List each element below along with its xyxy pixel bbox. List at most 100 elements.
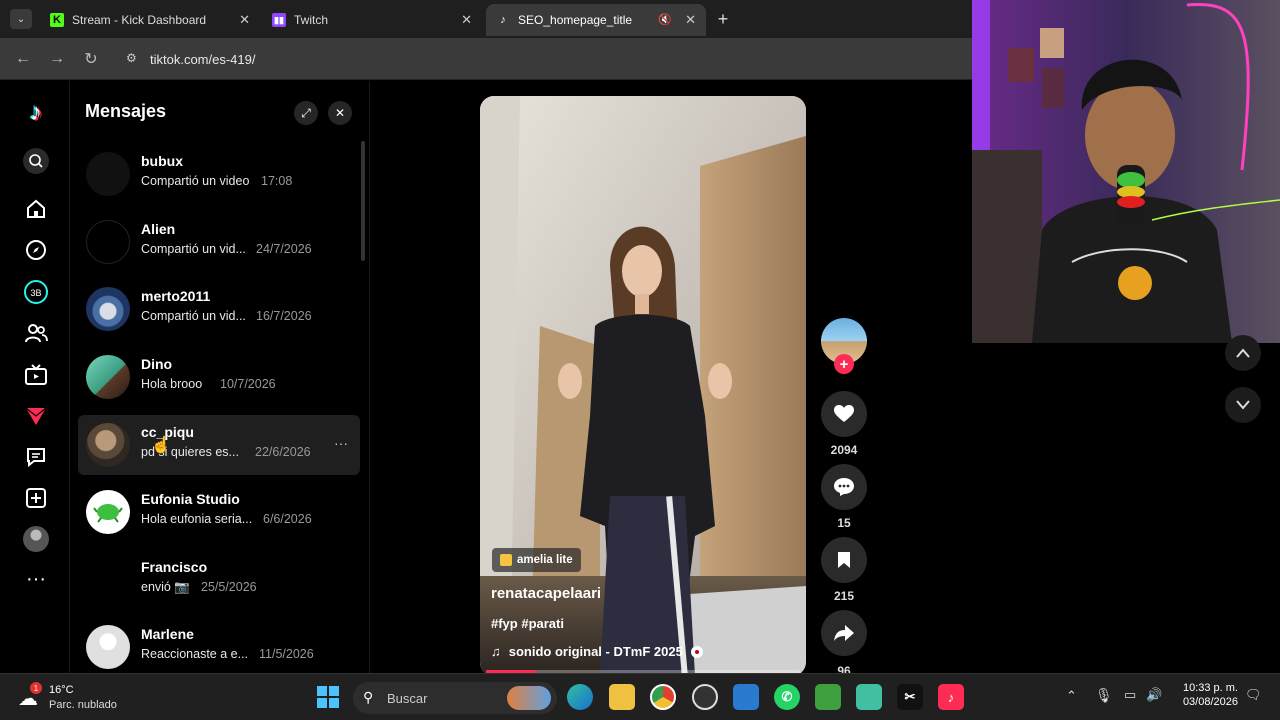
comment-action[interactable]: 15 — [821, 464, 867, 530]
tiktok-page: ♪ 3B ··· Mensajes ⤢ ✕ bubux Compartió un… — [0, 81, 972, 673]
back-button[interactable]: ← — [12, 48, 34, 70]
video-author[interactable]: renatacapelaari — [491, 585, 601, 602]
share-action[interactable]: 96 — [821, 610, 867, 673]
tab-list-button[interactable]: ⌄ — [10, 9, 32, 29]
conversation-name: bubux — [141, 153, 183, 169]
more-options-icon[interactable]: ··· — [334, 435, 348, 451]
capcut-icon[interactable]: ✂ — [897, 684, 923, 710]
search-icon[interactable] — [22, 147, 50, 175]
clock-time: 10:33 p. m. — [1182, 682, 1238, 694]
microphone-icon[interactable]: 🎙 — [1095, 687, 1113, 704]
store-icon[interactable] — [733, 684, 759, 710]
streaming-app-icon[interactable] — [856, 684, 882, 710]
mouse-cursor-icon: ☝ — [151, 437, 171, 454]
conversation-item[interactable]: merto2011 Compartió un vid... 16/7/2026 — [78, 279, 360, 339]
video-player[interactable]: amelia lite renatacapelaari #fyp #parati… — [480, 96, 806, 673]
tiktok-icon: ♪ — [500, 14, 506, 26]
previous-video-button[interactable] — [1225, 335, 1261, 371]
clock-date: 03/08/2026 — [1182, 696, 1238, 708]
conversation-item[interactable]: Francisco envió 📷 25/5/2026 — [78, 550, 360, 610]
messages-icon[interactable] — [22, 443, 50, 471]
avatar — [86, 355, 130, 399]
conversation-preview: Hola eufonia seria... — [141, 512, 253, 526]
following-icon[interactable]: 3B — [22, 278, 50, 306]
weather-desc: Parc. nublado — [49, 699, 117, 711]
upload-icon[interactable] — [22, 484, 50, 512]
forward-button[interactable]: → — [46, 48, 68, 70]
site-info-icon[interactable]: ⚙ — [126, 51, 142, 67]
explore-icon[interactable] — [22, 236, 50, 264]
url-field[interactable]: ⚙ tiktok.com/es-419/ — [118, 43, 968, 75]
expand-icon[interactable]: ⤢ — [294, 101, 318, 125]
conversation-item[interactable]: Dino Hola brooo 10/7/2026 — [78, 347, 360, 407]
tab-tiktok[interactable]: ♪ SEO_homepage_title 🔇 ✕ — [486, 4, 706, 36]
chrome-icon[interactable] — [650, 684, 676, 710]
tab-kick[interactable]: K Stream - Kick Dashboard ✕ — [40, 4, 260, 36]
heart-icon[interactable] — [821, 391, 867, 437]
comment-icon[interactable] — [821, 464, 867, 510]
conversation-date: 24/7/2026 — [256, 242, 312, 256]
twitch-icon: ▮▮ — [272, 13, 286, 27]
profile-avatar[interactable] — [22, 525, 50, 553]
minecraft-icon[interactable] — [815, 684, 841, 710]
tab-twitch[interactable]: ▮▮ Twitch ✕ — [262, 4, 482, 36]
like-action[interactable]: 2094 — [821, 391, 867, 457]
video-hashtags[interactable]: #fyp #parati — [491, 616, 564, 631]
friends-icon[interactable] — [22, 319, 50, 347]
network-icon[interactable]: ▭ — [1124, 687, 1136, 703]
inbox-icon[interactable] — [22, 402, 50, 430]
close-icon[interactable]: ✕ — [239, 12, 250, 28]
sound-disc-icon — [690, 645, 703, 658]
weather-widget[interactable]: ☁ 1 16°C Parc. nublado — [18, 682, 158, 714]
home-icon[interactable] — [22, 195, 50, 223]
new-tab-button[interactable]: + — [712, 8, 734, 30]
follow-plus-icon[interactable]: + — [834, 354, 854, 374]
avatar — [86, 152, 130, 196]
next-video-button[interactable] — [1225, 387, 1261, 423]
effect-icon — [500, 554, 512, 566]
more-icon[interactable]: ··· — [22, 565, 50, 593]
bookmark-icon[interactable] — [821, 537, 867, 583]
chevron-up-icon — [1236, 348, 1250, 358]
show-hidden-icons[interactable]: ⌃ — [1066, 688, 1077, 704]
messages-scrollbar[interactable] — [361, 141, 365, 261]
close-icon[interactable]: ✕ — [461, 12, 472, 28]
conversation-item[interactable]: bubux Compartió un video 17:08 — [78, 144, 360, 204]
conversation-name: Francisco — [141, 559, 208, 575]
webcam-overlay — [972, 0, 1280, 343]
clock[interactable]: 10:33 p. m. 03/08/2026 — [1174, 682, 1238, 708]
video-sound[interactable]: ♫ sonido original - DTmF 2025 — [491, 644, 703, 659]
effect-badge[interactable]: amelia lite — [492, 548, 581, 572]
close-icon[interactable]: ✕ — [685, 12, 696, 28]
messages-panel: Mensajes ⤢ ✕ bubux Compartió un video 17… — [70, 81, 370, 673]
conversation-date: 6/6/2026 — [263, 512, 312, 526]
creator-avatar-action[interactable]: + — [821, 318, 867, 374]
taskbar-search[interactable]: ⚲ Buscar — [353, 682, 557, 714]
svg-text:3B: 3B — [30, 288, 41, 298]
volume-icon[interactable]: 🔊 — [1146, 687, 1162, 703]
conversation-item[interactable]: Alien Compartió un vid... 24/7/2026 — [78, 212, 360, 272]
windows-start-icon[interactable] — [315, 684, 341, 710]
reload-button[interactable]: ↻ — [80, 48, 102, 70]
mute-icon[interactable]: 🔇 — [658, 13, 672, 26]
close-panel-button[interactable]: ✕ — [328, 101, 352, 125]
conversation-preview: Hola brooo — [141, 377, 203, 391]
obs-icon[interactable] — [692, 684, 718, 710]
whatsapp-icon[interactable]: ✆ — [774, 684, 800, 710]
share-icon[interactable] — [821, 610, 867, 656]
tiktok-taskbar-icon[interactable]: ♪ — [938, 684, 964, 710]
sound-label: sonido original - DTmF 2025 — [508, 644, 683, 659]
edge-icon[interactable] — [567, 684, 593, 710]
conversation-item[interactable]: Eufonia Studio Hola eufonia seria... 6/6… — [78, 482, 360, 542]
conversation-preview: Compartió un video — [141, 174, 250, 188]
tab-label: Stream - Kick Dashboard — [72, 13, 207, 27]
notifications-icon[interactable]: 🗨 — [1245, 687, 1262, 703]
webcam-image — [972, 0, 1280, 343]
conversation-preview: Reaccionaste a e... — [141, 647, 249, 661]
conversation-item[interactable]: Marlene Reaccionaste a e... 11/5/2026 — [78, 617, 360, 673]
file-explorer-icon[interactable] — [609, 684, 635, 710]
save-action[interactable]: 215 — [821, 537, 867, 603]
live-icon[interactable] — [22, 361, 50, 389]
tiktok-logo-icon[interactable]: ♪ — [22, 99, 50, 127]
conversation-item[interactable]: cc_piqu pd si quieres es... 22/6/2026 ··… — [78, 415, 360, 475]
